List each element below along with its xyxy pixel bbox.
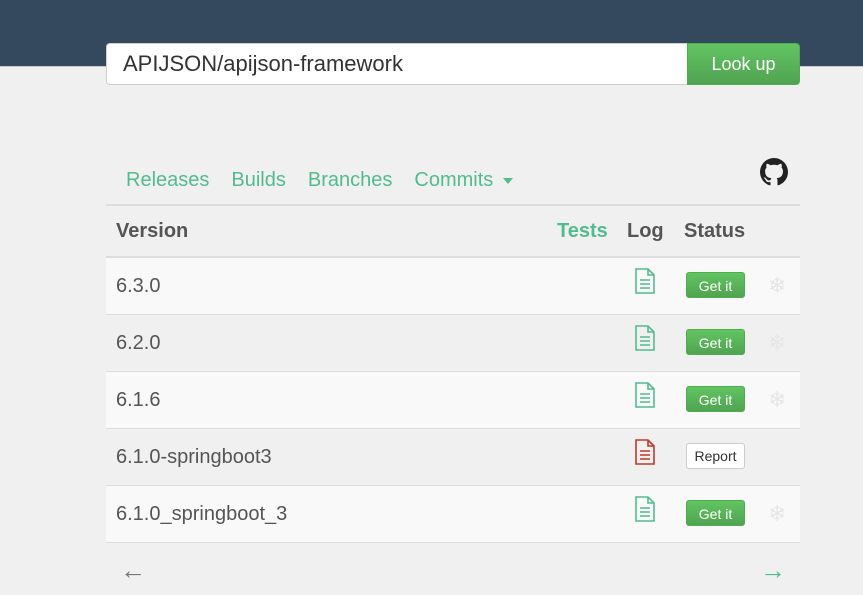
tab-releases[interactable]: Releases [126, 169, 209, 192]
table-row: 6.1.0-springboot3 Report [106, 429, 800, 486]
releases-table: Version Tests Log Status 6.3.0 Get it ❄ … [106, 204, 800, 543]
log-file-icon[interactable] [634, 496, 656, 522]
get-it-button[interactable]: Get it [686, 329, 745, 355]
table-row: 6.2.0 Get it ❄ [106, 315, 800, 372]
table-row: 6.3.0 Get it ❄ [106, 258, 800, 315]
log-file-icon[interactable] [634, 268, 656, 294]
prev-page-arrow-icon[interactable]: ← [120, 555, 146, 586]
pagination: ← → [106, 555, 800, 589]
version-cell: 6.2.0 [116, 331, 161, 354]
get-it-button[interactable]: Get it [686, 500, 745, 526]
look-up-button[interactable]: Look up [687, 43, 800, 85]
get-it-button[interactable]: Get it [686, 272, 745, 298]
tab-builds[interactable]: Builds [231, 169, 285, 192]
tab-bar: Releases Builds Branches Commits [106, 156, 800, 204]
commits-dropdown-caret-icon[interactable] [503, 178, 514, 184]
report-button[interactable]: Report [686, 443, 745, 469]
header-version: Version [116, 219, 189, 242]
log-file-error-icon[interactable] [634, 439, 656, 465]
tab-commits[interactable]: Commits [414, 169, 493, 192]
get-it-button[interactable]: Get it [686, 386, 745, 412]
next-page-arrow-icon[interactable]: → [760, 555, 786, 586]
header-status: Status [684, 219, 746, 242]
github-icon[interactable] [760, 158, 788, 186]
snapshot-icon[interactable]: ❄ [768, 273, 786, 299]
snapshot-icon[interactable]: ❄ [768, 330, 786, 356]
version-cell: 6.3.0 [116, 274, 161, 297]
repo-search-input[interactable] [106, 43, 687, 85]
snapshot-icon[interactable]: ❄ [768, 387, 786, 413]
log-file-icon[interactable] [634, 325, 656, 351]
version-cell: 6.1.0_springboot_3 [116, 502, 288, 525]
table-row: 6.1.0_springboot_3 Get it ❄ [106, 486, 800, 543]
log-file-icon[interactable] [634, 382, 656, 408]
tab-branches[interactable]: Branches [308, 169, 393, 192]
version-cell: 6.1.6 [116, 388, 161, 411]
header-tests[interactable]: Tests [557, 220, 608, 243]
search-form: Look up [106, 43, 800, 85]
snapshot-icon[interactable]: ❄ [768, 501, 786, 527]
version-cell: 6.1.0-springboot3 [116, 445, 272, 468]
header-log: Log [627, 219, 664, 242]
table-row: 6.1.6 Get it ❄ [106, 372, 800, 429]
table-header: Version Tests Log Status [106, 206, 800, 258]
